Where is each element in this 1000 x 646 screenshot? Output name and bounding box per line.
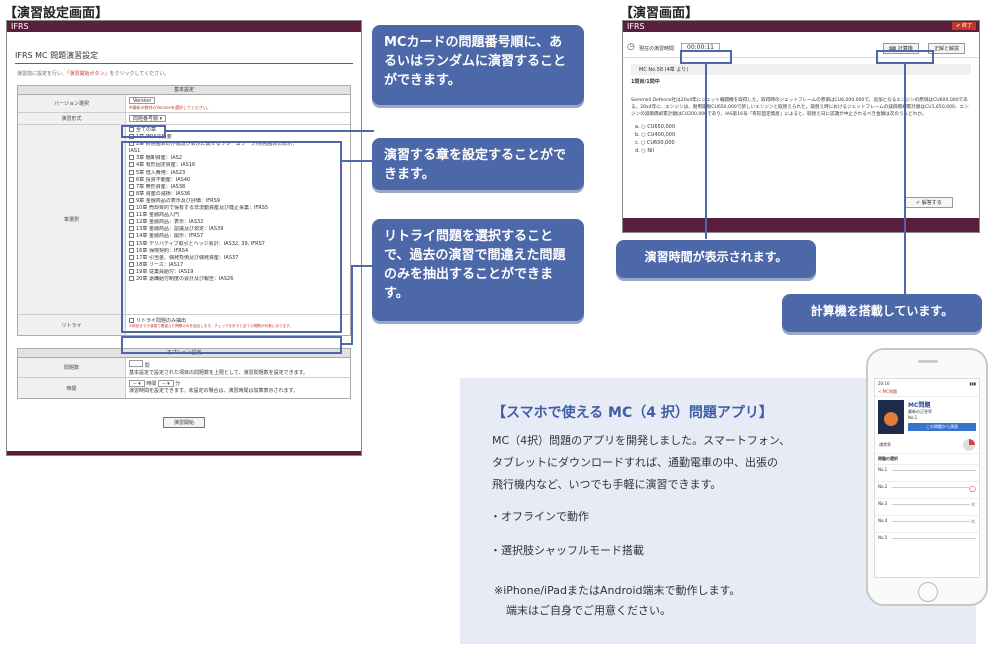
question-progress: 1問目/1問中 bbox=[631, 79, 660, 85]
count-row: 問題数 問基本設定で設定された項目の問題数を上限として、演習問題数を設定できます… bbox=[18, 358, 350, 378]
chapter-label: 章選択 bbox=[18, 125, 126, 314]
phone-start-button[interactable]: この問題から演習 bbox=[908, 423, 976, 431]
footer-bar bbox=[623, 218, 979, 232]
phone-status-bar: 20:16 ▮▮▮ bbox=[878, 381, 976, 386]
timer-label: 現在の演習時間 bbox=[639, 46, 675, 52]
left-section-heading: 【演習設定画面】 bbox=[4, 6, 109, 21]
correct-circle-icon: ○ bbox=[969, 484, 976, 493]
choice-option[interactable]: b. ○ CU400,000 bbox=[635, 132, 967, 140]
phone-list-item[interactable]: No.1 bbox=[875, 464, 979, 481]
version-select[interactable]: Version bbox=[129, 97, 156, 104]
panel-title: IFRS MC 問題演習設定 bbox=[15, 50, 353, 64]
phone-screen: 20:16 ▮▮▮ < MC問題 MC問題 最新の正答率 No.1 この問題から演… bbox=[874, 378, 980, 578]
phone-sub2: No.1 bbox=[908, 415, 918, 420]
phone-score-label: 通常率 bbox=[879, 442, 891, 447]
mode-select[interactable]: 問題番号順 ▾ bbox=[129, 115, 167, 122]
phone-home-button bbox=[918, 582, 938, 602]
phone-speaker bbox=[918, 360, 938, 363]
start-exercise-button[interactable]: 演習開始 bbox=[162, 417, 205, 428]
promo-bullet-offline: ・オフラインで動作 bbox=[490, 510, 589, 523]
connector-line bbox=[351, 265, 374, 267]
chapter-highlight bbox=[121, 141, 342, 333]
connector-line bbox=[351, 265, 353, 345]
callout-chapters: 演習する章を設定することができます。 bbox=[372, 138, 584, 190]
score-pie-icon bbox=[963, 439, 975, 451]
phone-question-list: No.1 No.2 ○ No.3 ✕ No.4 ✕ No.5 bbox=[875, 464, 979, 549]
version-row: バージョン選択 Version ※最新の教材のVersionを選択してください。 bbox=[18, 95, 350, 113]
phone-score-row: 通常率 bbox=[875, 437, 979, 453]
mode-highlight bbox=[121, 125, 166, 138]
mode-row: 演習形式 問題番号順 ▾ bbox=[18, 113, 350, 125]
version-note: ※最新の教材のVersionを選択してください。 bbox=[129, 105, 211, 110]
callout-order: MCカードの問題番号順に、あるいはランダムに演習することができます。 bbox=[372, 25, 584, 105]
wrong-cross-icon: ✕ bbox=[970, 501, 976, 509]
choices-list: a. ○ CU650,000 b. ○ CU400,000 c. ○ CU600… bbox=[635, 124, 967, 156]
mode-label: 演習形式 bbox=[18, 113, 126, 124]
question-id: MC No.58 (4章 より) bbox=[631, 64, 971, 75]
hour-select[interactable]: -- ▾ bbox=[129, 380, 145, 387]
end-button[interactable]: ✔ 終了 bbox=[952, 22, 976, 30]
callout-timer: 演習時間が表示されます。 bbox=[616, 240, 816, 278]
start-button-ref-link[interactable]: 「演習開始ボタン」 bbox=[67, 71, 110, 77]
phone-list-item[interactable]: No.4 ✕ bbox=[875, 515, 979, 532]
callout-calculator: 計算機を搭載しています。 bbox=[782, 294, 982, 332]
phone-app-name: MC問題 bbox=[908, 402, 931, 409]
phone-mockup: 20:16 ▮▮▮ < MC問題 MC問題 最新の正答率 No.1 この問題から演… bbox=[866, 348, 988, 606]
promo-title: 【スマホで使える MC（4 択）問題アプリ】 bbox=[492, 405, 773, 421]
submit-answer-button[interactable]: ✔ 解答する bbox=[905, 197, 953, 208]
time-label: 時間 bbox=[18, 378, 126, 398]
choice-option[interactable]: c. ○ CU600,000 bbox=[635, 140, 967, 148]
question-text: Sommell Defence社は20x4年にジェット戦闘機を取得した。取得時の… bbox=[631, 98, 969, 117]
time-row: 時間 -- ▾ 時間 -- ▾ 分演習時間を設定できます。未設定の場合は、演習時… bbox=[18, 378, 350, 398]
connector-line bbox=[342, 160, 374, 162]
right-section-heading: 【演習画面】 bbox=[620, 6, 699, 21]
phone-app-header: MC問題 最新の正答率 No.1 この問題から演習 bbox=[875, 397, 979, 437]
connector-line bbox=[705, 64, 707, 239]
retry-label: リトライ bbox=[18, 315, 126, 335]
choice-option[interactable]: a. ○ CU650,000 bbox=[635, 124, 967, 132]
app-title-bar: IFRS bbox=[7, 21, 361, 32]
option-settings-table: オプション設定 問題数 問基本設定で設定された項目の問題数を上限として、演習問題… bbox=[17, 348, 351, 399]
phone-list-item[interactable]: No.5 bbox=[875, 532, 979, 549]
clock-icon: ◷ bbox=[627, 42, 635, 52]
count-label: 問題数 bbox=[18, 358, 126, 377]
callout-retry: リトライ問題を選択することで、過去の演習で間違えた問題のみを抽出することができま… bbox=[372, 219, 584, 321]
app-cover-image bbox=[878, 400, 904, 434]
calculator-highlight bbox=[876, 50, 934, 64]
retry-highlight bbox=[121, 336, 342, 354]
version-label: バージョン選択 bbox=[18, 95, 126, 112]
wrong-cross-icon: ✕ bbox=[970, 518, 976, 526]
phone-back-link[interactable]: < MC問題 bbox=[875, 388, 979, 397]
phone-list-item[interactable]: No.3 ✕ bbox=[875, 498, 979, 515]
phone-section-title: 問題の選択 bbox=[875, 453, 979, 464]
basic-settings-header: 基本設定 bbox=[18, 86, 350, 95]
phone-list-item[interactable]: No.2 ○ bbox=[875, 481, 979, 498]
count-note: 基本設定で設定された項目の問題数を上限として、演習問題数を設定できます。 bbox=[129, 370, 309, 376]
timer-highlight bbox=[680, 50, 732, 64]
app-title-bar: IFRS ✔ 終了 bbox=[623, 21, 979, 32]
promo-device-note-2: 端末はご自身でご用意ください。 bbox=[506, 604, 671, 617]
choice-option[interactable]: d. ○ Nil bbox=[635, 148, 967, 156]
minute-select[interactable]: -- ▾ bbox=[157, 380, 174, 387]
promo-bullet-shuffle: ・選択肢シャッフルモード搭載 bbox=[490, 544, 644, 557]
footer-bar bbox=[7, 451, 361, 455]
promo-description: MC（4択）問題のアプリを開発しました。スマートフォン、 タブレットにダウンロー… bbox=[492, 434, 791, 491]
time-note: 演習時間を設定できます。未設定の場合は、演習時間は加算表示されます。 bbox=[129, 388, 299, 394]
intro-note: 演習前に設定を行い、「演習開始ボタン」をクリックしてください。 bbox=[17, 71, 170, 77]
count-input[interactable] bbox=[129, 360, 143, 367]
connector-line bbox=[166, 130, 374, 132]
cover-planet-icon bbox=[884, 412, 898, 426]
promo-device-note: ※iPhone/iPadまたはAndroid端末で動作します。 bbox=[494, 584, 741, 597]
connector-line bbox=[904, 64, 906, 300]
